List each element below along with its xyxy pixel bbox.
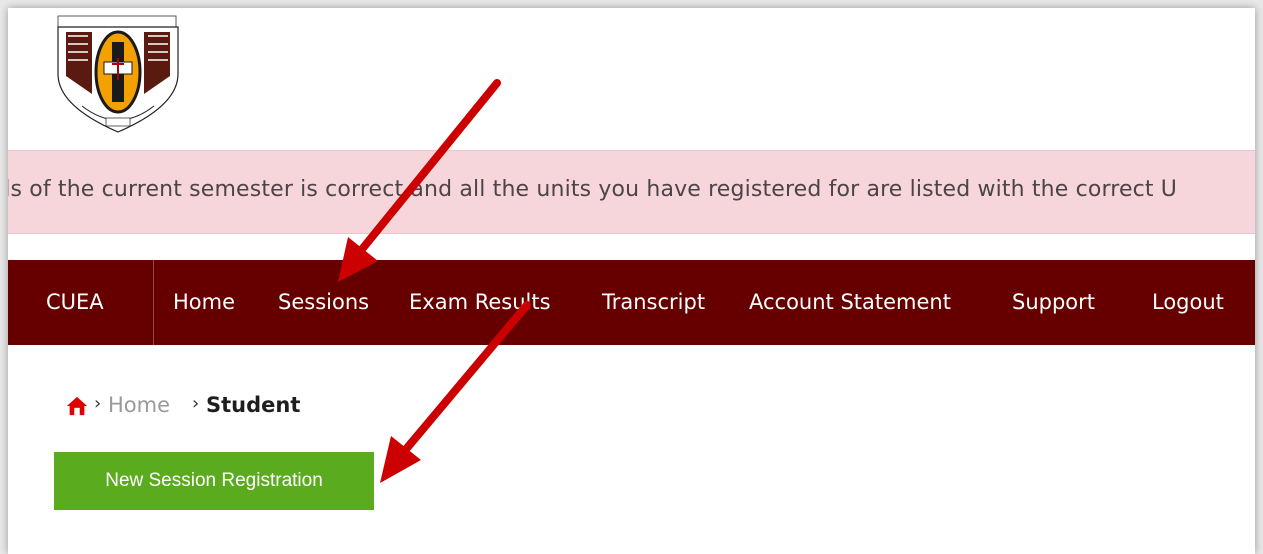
breadcrumb-home-link[interactable]: Home: [108, 393, 170, 417]
nav-item-support[interactable]: Support: [1012, 260, 1095, 345]
main-navbar: CUEA Home Sessions Exam Results Transcri…: [8, 260, 1255, 345]
nav-divider: [153, 260, 154, 345]
nav-item-sessions[interactable]: Sessions: [278, 260, 369, 345]
page-frame: ils of the current semester is correct a…: [8, 8, 1255, 554]
university-logo[interactable]: [52, 14, 184, 136]
breadcrumb-current: Student: [206, 393, 301, 417]
alert-banner: ils of the current semester is correct a…: [8, 150, 1255, 234]
nav-item-transcript[interactable]: Transcript: [602, 260, 705, 345]
breadcrumb-separator: ›: [192, 393, 200, 414]
nav-item-logout[interactable]: Logout: [1152, 260, 1224, 345]
nav-brand-cuea[interactable]: CUEA: [46, 260, 104, 345]
nav-item-home[interactable]: Home: [173, 260, 235, 345]
home-icon[interactable]: [66, 395, 88, 417]
nav-item-exam-results[interactable]: Exam Results: [409, 260, 551, 345]
new-session-registration-button[interactable]: New Session Registration: [54, 452, 374, 510]
breadcrumb-separator: ›: [94, 393, 102, 414]
alert-message: ils of the current semester is correct a…: [8, 177, 1178, 202]
nav-item-account-statement[interactable]: Account Statement: [749, 260, 951, 345]
